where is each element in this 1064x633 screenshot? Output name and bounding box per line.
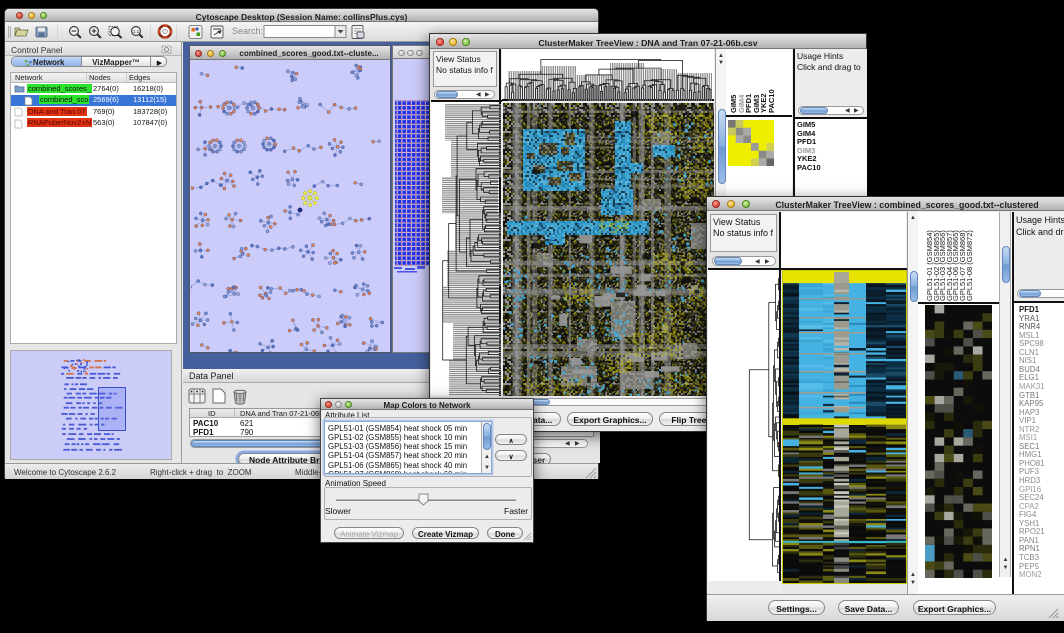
svg-text:Search:: Search: xyxy=(232,26,263,36)
svg-text:1:1: 1:1 xyxy=(133,29,140,34)
